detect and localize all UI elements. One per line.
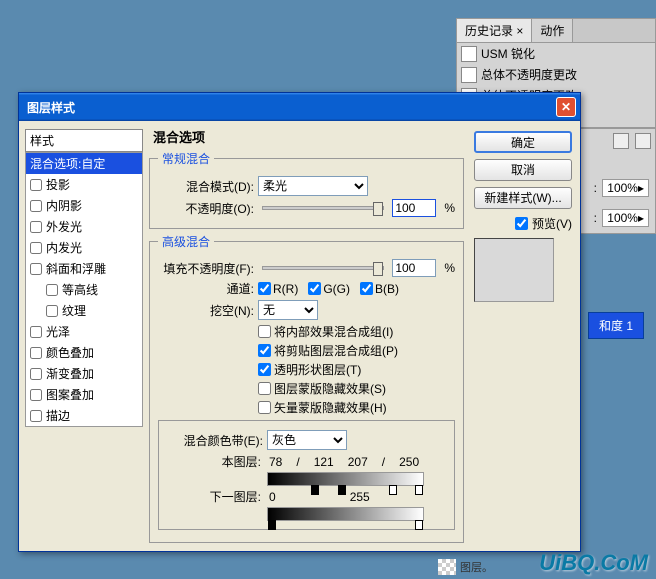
style-pattern-overlay[interactable]: 图案叠加 [26,384,142,405]
history-step-icon [461,67,477,83]
style-checkbox[interactable] [30,179,42,191]
adv-check-2[interactable] [258,363,271,376]
opacity-input[interactable] [392,199,436,217]
this-layer-gradient[interactable] [267,472,424,486]
adv-check-3[interactable] [258,382,271,395]
layer-hue-sat[interactable]: 和度 1 [588,312,644,339]
adv-check-1[interactable] [258,344,271,357]
blend-if-group: 混合颜色带(E): 灰色 本图层: 78/121 207/250 [158,420,455,530]
style-drop-shadow[interactable]: 投影 [26,174,142,195]
blend-mode-select[interactable]: 柔光 [258,176,368,196]
channels-label: 通道: [158,280,254,297]
opacity-slider[interactable] [262,206,384,210]
dialog-titlebar[interactable]: 图层样式 ✕ [19,93,580,121]
style-checkbox[interactable] [30,242,42,254]
style-checkbox[interactable] [46,284,58,296]
watermark-text: UiBQ.CoM [539,550,648,576]
style-stroke[interactable]: 描边 [26,405,142,426]
history-item[interactable]: USM 锐化 [457,43,655,64]
preview-checkbox[interactable] [515,217,528,230]
style-checkbox[interactable] [30,389,42,401]
style-checkbox[interactable] [30,368,42,380]
style-color-overlay[interactable]: 颜色叠加 [26,342,142,363]
preview-swatch [474,238,554,302]
adv-check-4[interactable] [258,401,271,414]
style-texture[interactable]: 纹理 [26,300,142,321]
style-satin[interactable]: 光泽 [26,321,142,342]
panel-icon[interactable] [635,133,651,149]
style-blending-options[interactable]: 混合选项:自定 [26,153,142,174]
fill-readout[interactable]: 100% ▸ [602,209,649,227]
advanced-blend-group: 高级混合 填充不透明度(F): % 通道: R(R) G(G) B(B) 挖空(… [149,233,464,543]
styles-list: 混合选项:自定 投影 内阴影 外发光 内发光 斜面和浮雕 等高线 纹理 光泽 颜… [25,152,143,427]
style-bevel-emboss[interactable]: 斜面和浮雕 [26,258,142,279]
history-item[interactable]: 总体不透明度更改 [457,64,655,85]
layer-footer-text: 图层。 [460,559,493,575]
under-layer-gradient[interactable] [267,507,424,521]
style-gradient-overlay[interactable]: 渐变叠加 [26,363,142,384]
style-checkbox[interactable] [46,305,58,317]
panel-icon[interactable] [613,133,629,149]
percent-label: % [444,201,455,215]
style-checkbox[interactable] [30,200,42,212]
style-inner-glow[interactable]: 内发光 [26,237,142,258]
knockout-label: 挖空(N): [158,302,254,319]
close-icon[interactable]: ✕ [556,97,576,117]
blendif-label: 混合颜色带(E): [167,432,263,449]
style-outer-glow[interactable]: 外发光 [26,216,142,237]
under-layer-label: 下一图层: [197,488,261,505]
channel-g-checkbox[interactable] [308,282,321,295]
style-checkbox[interactable] [30,326,42,338]
transparency-swatch-icon [438,559,456,575]
blendif-select[interactable]: 灰色 [267,430,347,450]
style-inner-shadow[interactable]: 内阴影 [26,195,142,216]
this-layer-label: 本图层: [197,453,261,470]
knockout-select[interactable]: 无 [258,300,318,320]
new-style-button[interactable]: 新建样式(W)... [474,187,572,209]
style-checkbox[interactable] [30,347,42,359]
opacity-label: 不透明度(O): [158,200,254,217]
channel-b-checkbox[interactable] [360,282,373,295]
style-checkbox[interactable] [30,221,42,233]
opacity-readout[interactable]: 100% ▸ [602,179,649,197]
blend-mode-label: 混合模式(D): [158,178,254,195]
adv-check-0[interactable] [258,325,271,338]
advanced-blend-legend: 高级混合 [158,233,214,250]
fill-opacity-label: 填充不透明度(F): [158,260,254,277]
channel-r-checkbox[interactable] [258,282,271,295]
fill-opacity-slider[interactable] [262,266,384,270]
blend-options-title: 混合选项 [149,127,464,146]
fill-opacity-input[interactable] [392,259,436,277]
layer-style-dialog: 图层样式 ✕ 样式 混合选项:自定 投影 内阴影 外发光 内发光 斜面和浮雕 等… [18,92,581,552]
cancel-button[interactable]: 取消 [474,159,572,181]
history-step-icon [461,46,477,62]
styles-header: 样式 [25,129,143,152]
style-checkbox[interactable] [30,410,42,422]
tab-history[interactable]: 历史记录 × [457,19,532,42]
tab-actions[interactable]: 动作 [532,19,573,42]
ok-button[interactable]: 确定 [474,131,572,153]
general-blend-group: 常规混合 混合模式(D): 柔光 不透明度(O): % [149,150,464,229]
general-blend-legend: 常规混合 [158,150,214,167]
dialog-title: 图层样式 [23,99,556,116]
style-contour[interactable]: 等高线 [26,279,142,300]
style-checkbox[interactable] [30,263,42,275]
this-layer-values: 78/121 207/250 [269,455,419,469]
